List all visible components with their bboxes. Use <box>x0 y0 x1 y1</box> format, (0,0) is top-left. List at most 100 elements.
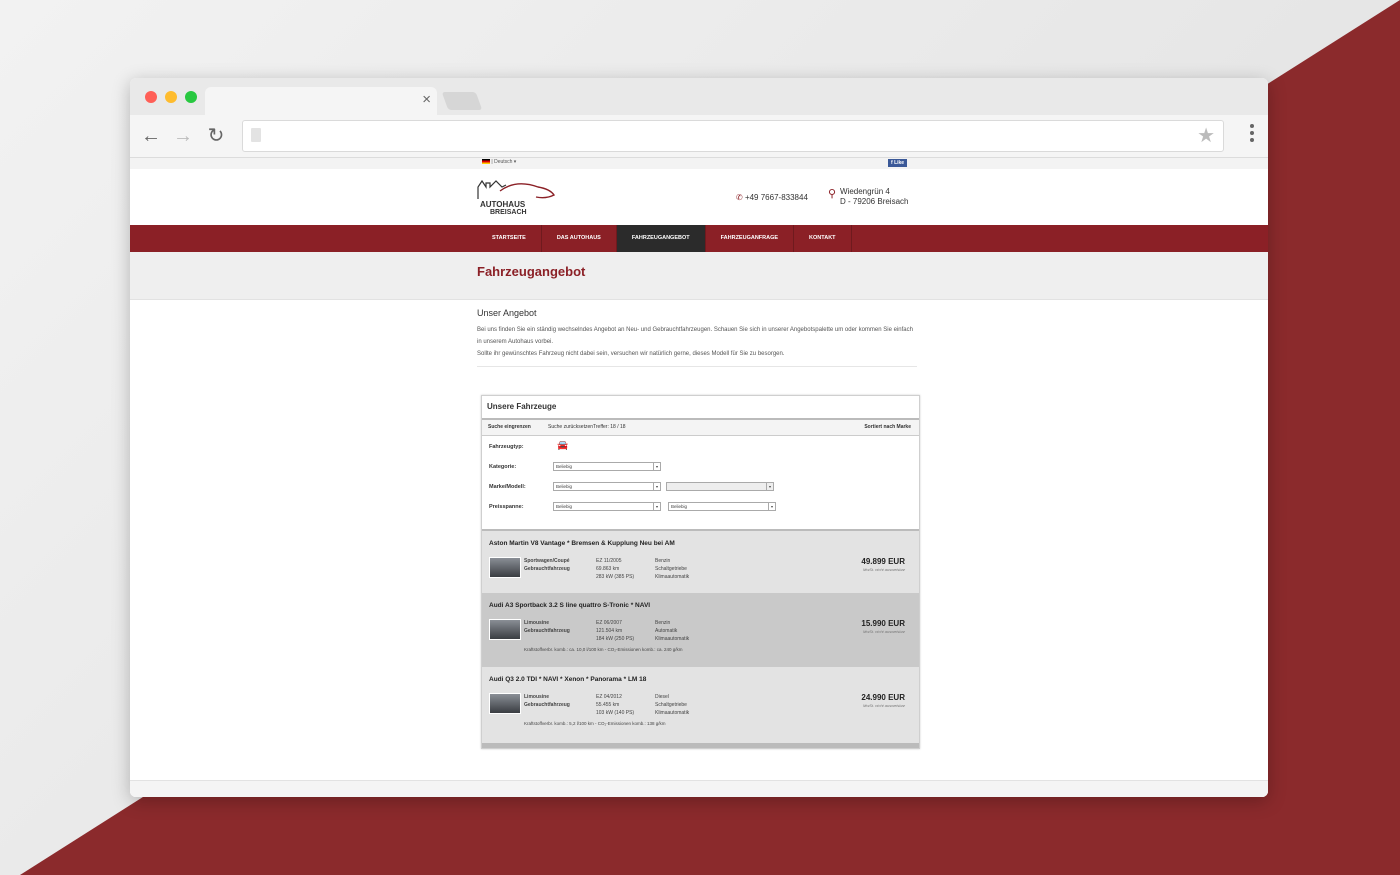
vehicle-mileage: 69.863 km <box>596 566 620 572</box>
vehicle-fuel: Benzin <box>655 558 671 564</box>
nav-item-fahrzeuganfrage[interactable]: FAHRZEUGANFRAGE <box>706 225 795 252</box>
logo-text-2: BREISACH <box>490 209 527 216</box>
widget-title: Unsere Fahrzeuge <box>482 396 919 420</box>
vehicle-list-item[interactable]: Aston Martin V8 Vantage * Bremsen & Kupp… <box>482 531 919 593</box>
vehicle-price: 15.990 EUR <box>861 619 905 628</box>
narrow-search-link[interactable]: Suche eingrenzen <box>488 420 531 435</box>
address-bar[interactable]: ★ <box>242 120 1224 152</box>
minimize-window-icon[interactable] <box>165 91 177 103</box>
vehicle-fuel: Benzin <box>655 620 671 626</box>
vehicle-gearbox: Schaltgetriebe <box>655 702 687 708</box>
filter-price-label: Preisspanne: <box>489 504 524 510</box>
bookmark-star-icon[interactable]: ★ <box>1197 123 1215 148</box>
vehicle-body: Sportwagen/Coupé <box>524 558 570 564</box>
vehicle-power: 184 kW (250 PS) <box>596 636 635 642</box>
vehicle-title[interactable]: Audi A3 Sportback 3.2 S line quattro S-T… <box>489 602 650 609</box>
autohaus-breisach-logo[interactable]: AUTOHAUS BREISACH <box>476 177 556 217</box>
nav-item-das-autohaus[interactable]: DAS AUTOHAUS <box>542 225 617 252</box>
make-select[interactable]: Beliebig ▾ <box>553 482 661 491</box>
top-bar: | Deutsch ▾ f Like <box>130 158 1268 169</box>
nav-item-fahrzeugangebot[interactable]: FAHRZEUGANGEBOT <box>616 225 706 252</box>
phone-icon: ✆ <box>736 193 743 202</box>
main-navigation: STARTSEITE DAS AUTOHAUS FAHRZEUGANGEBOT … <box>130 225 1268 252</box>
vehicle-price: 24.990 EUR <box>861 693 905 702</box>
nav-item-kontakt[interactable]: KONTAKT <box>794 225 852 252</box>
language-selector[interactable]: | Deutsch ▾ <box>482 159 516 165</box>
widget-toolbar: Suche eingrenzen Suche zurücksetzenTreff… <box>482 420 919 436</box>
close-tab-icon[interactable]: × <box>422 90 431 110</box>
logo-text-1: AUTOHAUS <box>480 200 526 209</box>
browser-window: × ← → ↻ ★ | Deutsch ▾ f Like AUTOHAUS BR… <box>130 78 1268 797</box>
facebook-like-button[interactable]: f Like <box>888 159 908 167</box>
vehicle-thumbnail[interactable] <box>489 619 521 640</box>
category-select[interactable]: Beliebig ▾ <box>553 462 661 471</box>
nav-item-startseite[interactable]: STARTSEITE <box>477 225 542 252</box>
page-title: Fahrzeugangebot <box>477 264 586 279</box>
car-type-icon[interactable]: 🚘 <box>557 440 568 451</box>
intro-paragraph-1: Bei uns finden Sie ein ständig wechselnd… <box>477 327 913 345</box>
page-icon <box>251 128 261 142</box>
vehicle-power: 103 kW (140 PS) <box>596 710 635 716</box>
vehicle-power: 283 kW (385 PS) <box>596 574 635 580</box>
filter-type-label: Fahrzeugtyp: <box>489 444 524 450</box>
german-flag-icon <box>482 159 490 165</box>
vehicle-title[interactable]: Aston Martin V8 Vantage * Bremsen & Kupp… <box>489 540 675 547</box>
vehicle-state: Gebrauchtfahrzeug <box>524 566 570 572</box>
vehicle-consumption: Kraftstoffverbr. komb.: 5,2 l/100 km - C… <box>524 721 666 726</box>
model-select[interactable]: ▾ <box>666 482 774 491</box>
back-icon[interactable]: ← <box>138 123 164 149</box>
vehicle-state: Gebrauchtfahrzeug <box>524 628 570 634</box>
intro-paragraph-2: Sollte ihr gewünschtes Fahrzeug nicht da… <box>477 351 785 357</box>
language-label: Deutsch <box>494 159 513 165</box>
vehicle-thumbnail[interactable] <box>489 557 521 578</box>
location-pin-icon: ⚲ <box>828 188 837 200</box>
filter-panel: Fahrzeugtyp: 🚘 Kategorie: Beliebig ▾ Mark… <box>482 436 919 531</box>
vehicle-mileage: 55.455 km <box>596 702 620 708</box>
sort-by-make-link[interactable]: Sortiert nach Marke <box>864 420 911 435</box>
browser-toolbar: ← → ↻ ★ <box>130 115 1268 158</box>
vehicle-body: Limousine <box>524 694 550 700</box>
vehicle-vat-note: MwSt. nicht ausweisbar <box>862 567 905 572</box>
browser-tab[interactable]: × <box>205 87 437 115</box>
forward-icon[interactable]: → <box>170 123 196 149</box>
vehicle-title[interactable]: Audi Q3 2.0 TDI * NAVI * Xenon * Panoram… <box>489 676 646 683</box>
vehicle-body: Limousine <box>524 620 550 626</box>
vehicle-list-item[interactable]: Audi Q3 2.0 TDI * NAVI * Xenon * Panoram… <box>482 667 919 743</box>
browser-menu-icon[interactable] <box>1250 124 1254 145</box>
price-from-select[interactable]: Beliebig ▾ <box>553 502 661 511</box>
new-tab-button[interactable] <box>441 92 483 110</box>
maximize-window-icon[interactable] <box>185 91 197 103</box>
vehicle-climate: Klimaautomatik <box>655 574 690 580</box>
browser-titlebar: × <box>130 78 1268 115</box>
intro-heading: Unser Angebot <box>477 308 537 318</box>
page-title-band: Fahrzeugangebot <box>130 252 1268 300</box>
intro-section: Unser Angebot Bei uns finden Sie ein stä… <box>477 308 917 367</box>
filter-category-label: Kategorie: <box>489 464 517 470</box>
vehicle-climate: Klimaautomatik <box>655 710 690 716</box>
vehicle-climate: Klimaautomatik <box>655 636 690 642</box>
vehicle-thumbnail[interactable] <box>489 693 521 714</box>
vehicle-list-next <box>482 743 919 748</box>
phone-contact[interactable]: ✆ +49 7667-833844 <box>736 193 808 202</box>
address-line-2: D - 79206 Breisach <box>840 197 909 206</box>
page-viewport: | Deutsch ▾ f Like AUTOHAUS BREISACH ✆ +… <box>130 158 1268 797</box>
vehicle-vat-note: MwSt. nicht ausweisbar <box>862 703 905 708</box>
site-header: AUTOHAUS BREISACH ✆ +49 7667-833844 ⚲ Wi… <box>130 169 1268 225</box>
vehicle-state: Gebrauchtfahrzeug <box>524 702 570 708</box>
vehicle-list-item[interactable]: Audi A3 Sportback 3.2 S line quattro S-T… <box>482 593 919 667</box>
vehicle-gearbox: Schaltgetriebe <box>655 566 687 572</box>
address-line-1: Wiedengrün 4 <box>840 187 890 196</box>
reload-icon[interactable]: ↻ <box>203 123 229 149</box>
price-to-select[interactable]: Beliebig ▾ <box>668 502 776 511</box>
divider <box>477 366 917 367</box>
close-window-icon[interactable] <box>145 91 157 103</box>
vehicle-registration: EZ 06/2007 <box>596 620 622 626</box>
page-footer <box>130 780 1268 797</box>
vehicle-consumption: Kraftstoffverbr. komb.: ca. 10,0 l/100 k… <box>524 647 683 652</box>
reset-search-link[interactable]: Suche zurücksetzenTreffer: 18 / 18 <box>548 420 626 435</box>
vehicle-mileage: 121.504 km <box>596 628 623 634</box>
vehicle-widget: Unsere Fahrzeuge Suche eingrenzen Suche … <box>481 395 920 749</box>
filter-make-label: Marke/Modell: <box>489 484 526 490</box>
vehicle-price: 49.899 EUR <box>861 557 905 566</box>
phone-number: +49 7667-833844 <box>744 193 808 202</box>
